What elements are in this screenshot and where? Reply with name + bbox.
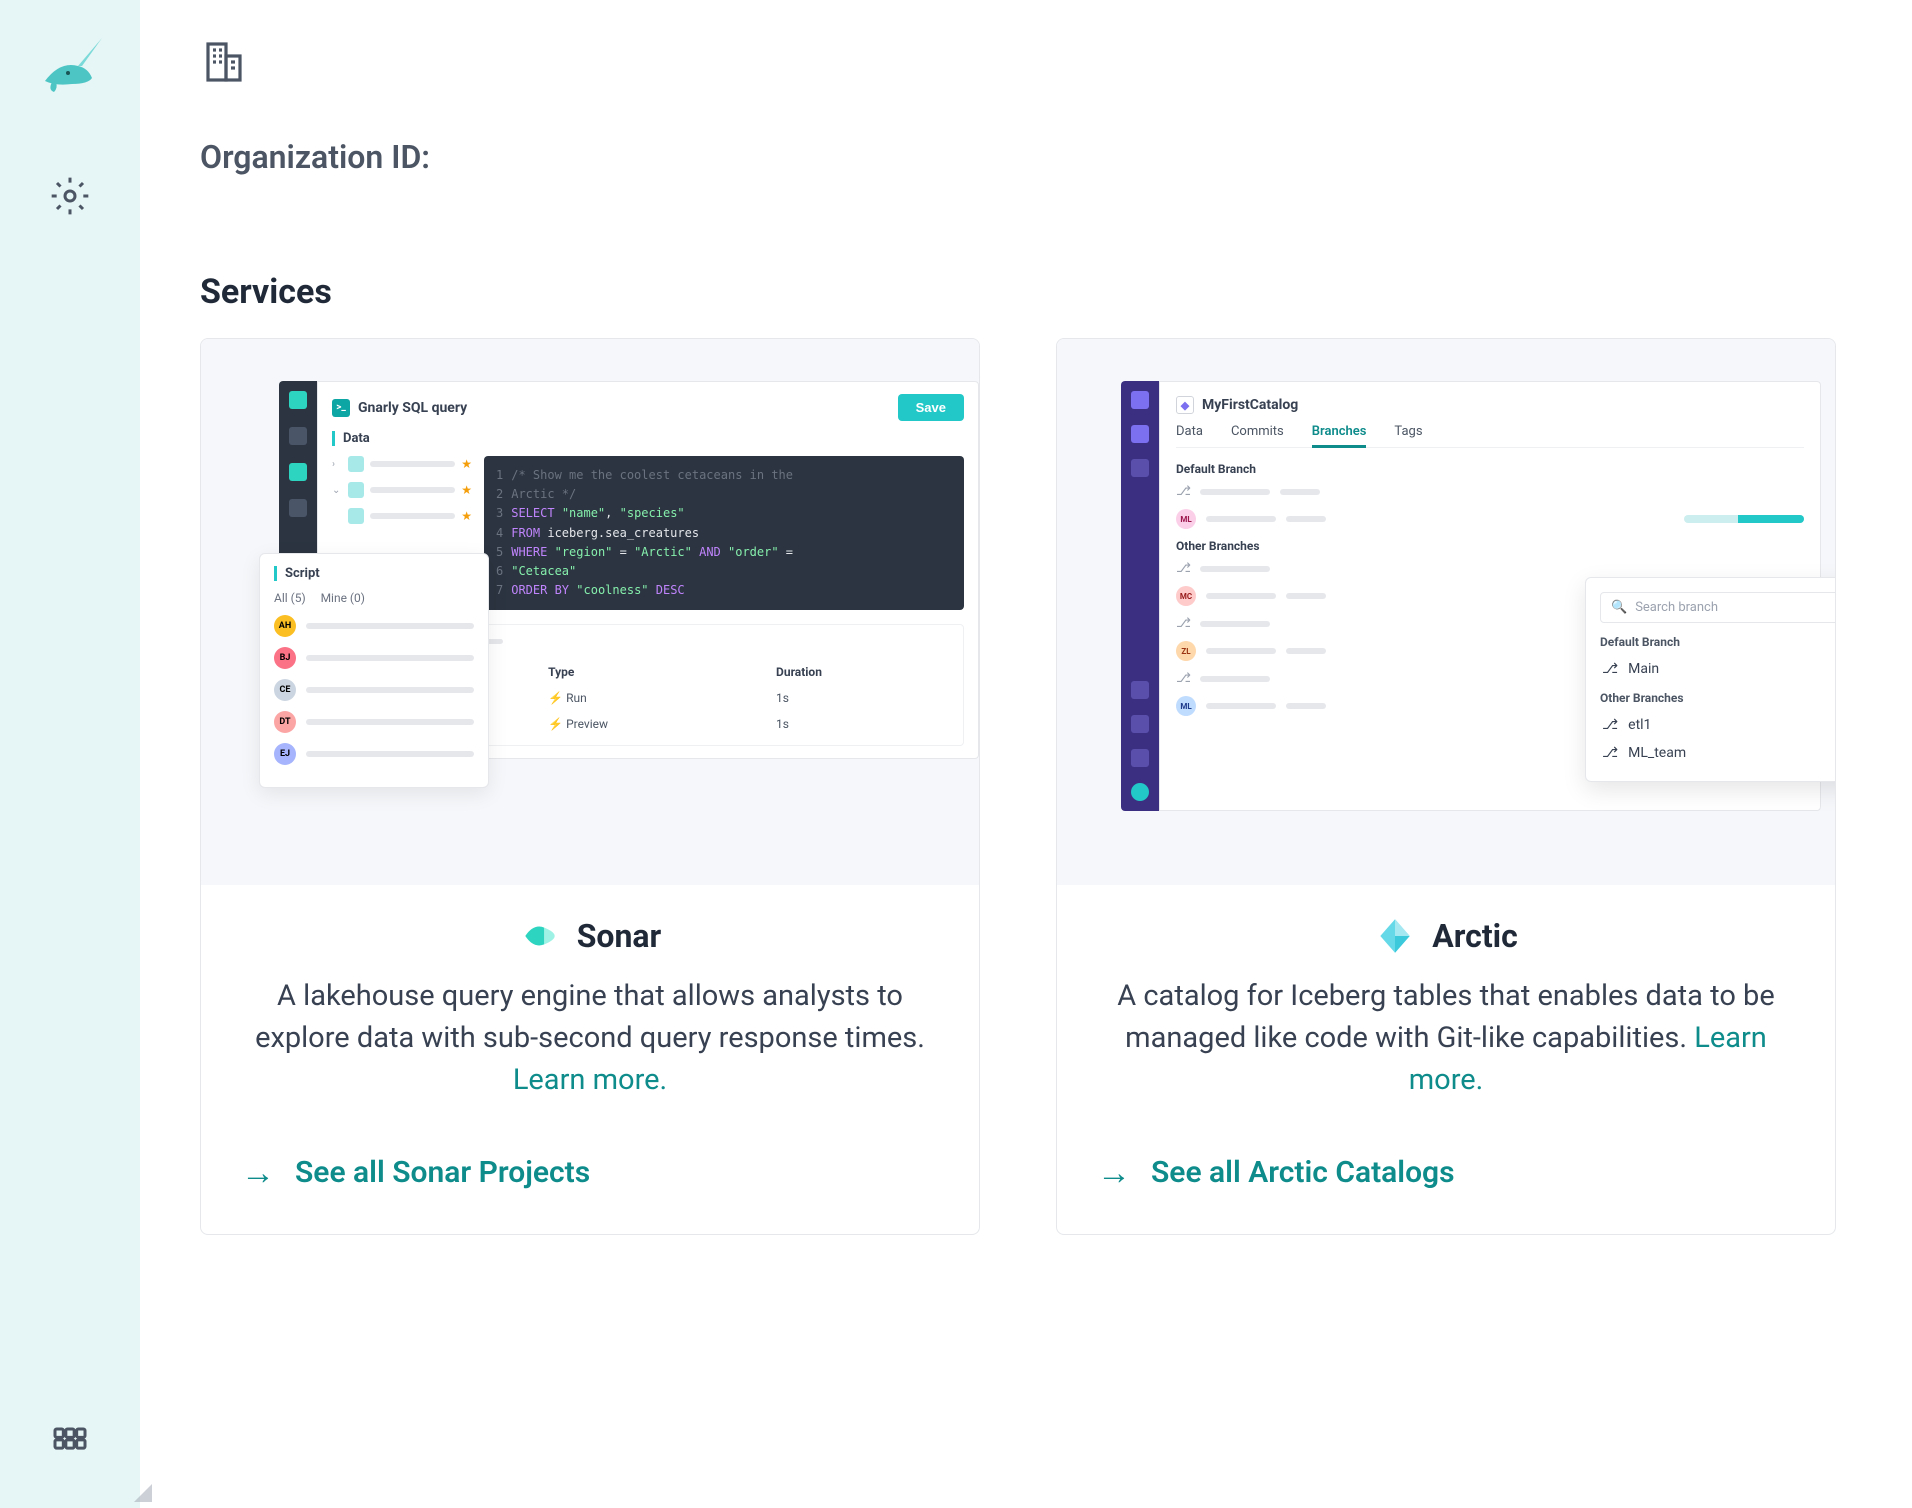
branch-icon: ⎇ <box>1602 661 1618 677</box>
preview-nav-icon <box>289 391 307 409</box>
sonar-title: Sonar <box>577 917 662 955</box>
sonar-icon <box>519 915 561 957</box>
avatar: ML <box>1176 509 1196 529</box>
star-icon: ★ <box>461 483 472 497</box>
branch-option-main[interactable]: ⎇Main <box>1600 655 1835 683</box>
preview-nav-icon <box>289 427 307 445</box>
sql-editor: 1/* Show me the coolest cetaceans in the… <box>484 456 964 610</box>
arctic-preview: ◆ MyFirstCatalog Data Commits Branches T… <box>1057 339 1835 885</box>
preview-nav-icon <box>1131 391 1149 409</box>
arrow-right-icon: → <box>241 1156 275 1190</box>
bolt-icon: ⚡ <box>548 691 563 705</box>
branch-icon: ⎇ <box>1176 561 1190 576</box>
branch-icon: ⎇ <box>1176 671 1190 686</box>
terminal-icon: >_ <box>332 399 350 417</box>
avatar: BJ <box>274 647 296 669</box>
sonar-learn-more-link[interactable]: Learn more. <box>513 1063 667 1097</box>
arctic-cta-link[interactable]: → See all Arctic Catalogs <box>1057 1131 1835 1234</box>
branch-row: ⎇ <box>1176 484 1804 499</box>
arctic-preview-iconbar <box>1121 381 1159 811</box>
tab-branches[interactable]: Branches <box>1312 424 1367 448</box>
catalog-icon: ◆ <box>1176 396 1194 414</box>
star-icon: ★ <box>461 457 472 471</box>
branch-row: ML <box>1176 509 1804 529</box>
arrow-right-icon: → <box>1097 1156 1131 1190</box>
main-content: Organization ID: Services >_ <box>140 0 1912 1508</box>
script-tab-all[interactable]: All (5) <box>274 591 306 605</box>
preview-nav-icon <box>1131 715 1149 733</box>
avatar: EJ <box>274 743 296 765</box>
sonar-cta-link[interactable]: → See all Sonar Projects <box>201 1131 979 1234</box>
arctic-card: ◆ MyFirstCatalog Data Commits Branches T… <box>1056 338 1836 1235</box>
branch-option[interactable]: ⎇etl1 <box>1600 711 1835 739</box>
building-icon <box>200 38 248 86</box>
sonar-card: >_ Gnarly SQL query Save Data ›★ ⌄★ ★ <box>200 338 980 1235</box>
avatar: AH <box>274 615 296 637</box>
preview-nav-icon <box>1131 783 1149 801</box>
preview-nav-icon <box>1131 749 1149 767</box>
avatar: ML <box>1176 696 1196 716</box>
services-heading: Services <box>200 272 1852 312</box>
branch-search-popup: 🔍 Search branch Default Branch ⎇Main Oth… <box>1585 577 1835 782</box>
tab-commits[interactable]: Commits <box>1231 424 1284 439</box>
narwhal-logo[interactable] <box>30 26 110 106</box>
branch-row: ⎇ <box>1176 561 1804 576</box>
data-section-label: Data <box>332 431 964 446</box>
arctic-title: Arctic <box>1432 917 1518 955</box>
preview-nav-icon <box>1131 681 1149 699</box>
preview-nav-icon <box>1131 425 1149 443</box>
avatar: CE <box>274 679 296 701</box>
sonar-preview: >_ Gnarly SQL query Save Data ›★ ⌄★ ★ <box>201 339 979 885</box>
preview-nav-icon <box>1131 459 1149 477</box>
catalog-title: ◆ MyFirstCatalog <box>1176 396 1804 414</box>
gear-icon <box>50 176 90 216</box>
save-button[interactable]: Save <box>898 394 964 421</box>
script-tab-mine[interactable]: Mine (0) <box>321 591 365 605</box>
popup-other-label: Other Branches <box>1600 691 1835 705</box>
branch-search-input[interactable]: 🔍 Search branch <box>1600 592 1835 623</box>
script-popup-title: Script <box>274 566 474 581</box>
arctic-tabs: Data Commits Branches Tags <box>1176 424 1804 448</box>
dataset-icon <box>348 508 364 524</box>
avatar: DT <box>274 711 296 733</box>
avatar: MC <box>1176 586 1196 606</box>
settings-nav[interactable] <box>46 172 94 220</box>
search-icon: 🔍 <box>1611 600 1627 615</box>
script-popup: Script All (5) Mine (0) AH BJ CE DT EJ <box>259 553 489 788</box>
resize-handle-icon <box>134 1484 152 1502</box>
other-branches-label: Other Branches <box>1176 539 1804 553</box>
avatar: ZL <box>1176 641 1196 661</box>
dataset-icon <box>348 482 364 498</box>
query-title: >_ Gnarly SQL query <box>332 399 467 417</box>
arctic-icon <box>1374 915 1416 957</box>
tab-data[interactable]: Data <box>1176 424 1203 439</box>
branch-option[interactable]: ⎇ML_team <box>1600 739 1835 767</box>
default-branch-label: Default Branch <box>1176 462 1804 476</box>
arctic-description: A catalog for Iceberg tables that enable… <box>1097 975 1795 1101</box>
org-id-label: Organization ID: <box>200 138 1852 176</box>
bolt-icon: ⚡ <box>548 717 563 731</box>
branch-icon: ⎇ <box>1176 616 1190 631</box>
progress-bar <box>1684 515 1804 523</box>
apps-nav[interactable] <box>46 1420 94 1468</box>
preview-nav-icon <box>289 463 307 481</box>
tab-tags[interactable]: Tags <box>1394 424 1422 439</box>
sonar-description: A lakehouse query engine that allows ana… <box>241 975 939 1101</box>
star-icon: ★ <box>461 509 472 523</box>
sidebar <box>0 0 140 1508</box>
grid-icon <box>50 1424 90 1464</box>
dataset-icon <box>348 456 364 472</box>
branch-icon: ⎇ <box>1602 717 1618 733</box>
branch-icon: ⎇ <box>1176 484 1190 499</box>
preview-nav-icon <box>289 499 307 517</box>
branch-icon: ⎇ <box>1602 745 1618 761</box>
popup-default-label: Default Branch <box>1600 635 1835 649</box>
